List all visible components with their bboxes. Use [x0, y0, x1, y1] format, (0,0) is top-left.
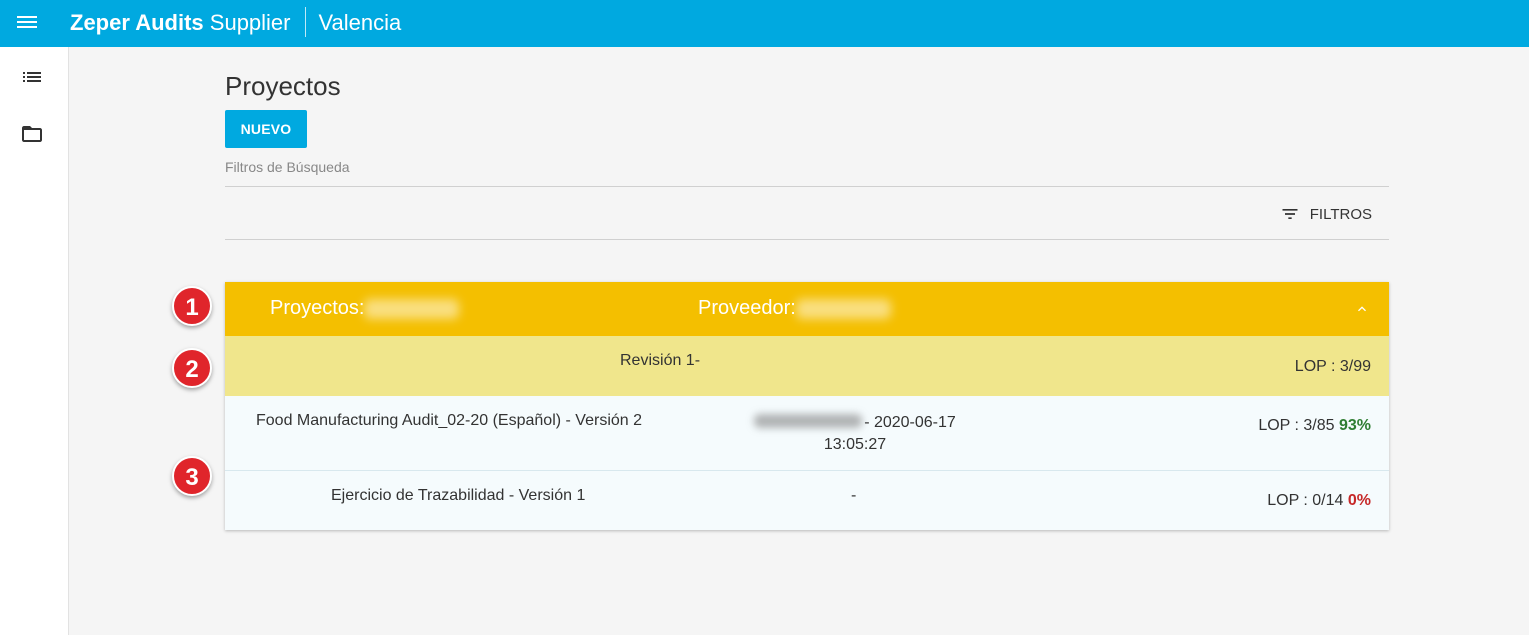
audit-lop: LOP : 3/85 93%: [1258, 417, 1371, 435]
divider: [225, 186, 1389, 187]
project-card-header[interactable]: Proyectos: Proveedor:: [225, 282, 1389, 336]
audit-time: 13:05:27: [823, 436, 887, 453]
divider: [225, 239, 1389, 240]
project-name-field: Proyectos:: [270, 297, 460, 320]
filters-button-label: FILTROS: [1309, 205, 1372, 223]
brand-subtitle: Supplier: [209, 9, 291, 35]
audit-percent: 0%: [1347, 492, 1371, 509]
redacted-project-name: [364, 298, 460, 319]
chevron-up-icon[interactable]: [1353, 300, 1371, 316]
revision-title: Revisión 1-: [620, 352, 701, 369]
audit-name: Food Manufacturing Audit_02-20 (Español)…: [256, 412, 643, 429]
app-brand: Zeper Audits Supplier Valencia: [70, 7, 402, 39]
filters-button[interactable]: FILTROS: [1280, 203, 1372, 225]
new-project-button[interactable]: NUEVO: [225, 110, 307, 148]
brand-name: Zeper Audits: [70, 9, 204, 35]
redacted-user-name: [754, 413, 863, 428]
project-card: Proyectos: Proveedor: Revisión 1- LOP : …: [225, 282, 1389, 530]
supplier-name-field: Proveedor:: [698, 297, 891, 320]
redacted-supplier-name: [795, 298, 891, 319]
audit-lop-count: LOP : 3/85: [1258, 417, 1335, 434]
project-label: Proyectos:: [270, 297, 365, 319]
location-label: Valencia: [318, 9, 402, 35]
audit-name: Ejercicio de Trazabilidad - Versión 1: [331, 487, 586, 504]
annotation-marker: 1: [172, 286, 212, 326]
folder-icon[interactable]: [19, 122, 45, 146]
brand-divider: [304, 7, 306, 37]
top-app-bar: Zeper Audits Supplier Valencia: [0, 0, 1529, 47]
audit-date: - 2020-06-17 13:05:27: [745, 412, 965, 456]
audit-row[interactable]: Ejercicio de Trazabilidad - Versión 1 - …: [225, 471, 1389, 530]
hamburger-menu-icon[interactable]: [17, 13, 39, 33]
audit-lop: LOP : 0/14 0%: [1267, 492, 1371, 510]
revision-lop: LOP : 3/99: [1294, 358, 1371, 375]
annotation-marker: 3: [172, 456, 212, 496]
page-title: Proyectos: [225, 71, 341, 101]
audit-date-text: - 2020-06-17: [864, 414, 956, 431]
search-filters-label: Filtros de Búsqueda: [225, 159, 350, 175]
audit-date: -: [851, 487, 857, 504]
side-navigation: [0, 47, 69, 635]
audit-percent: 93%: [1338, 417, 1371, 434]
list-icon[interactable]: [19, 65, 45, 89]
annotation-marker: 2: [172, 348, 212, 388]
audit-lop-count: LOP : 0/14: [1267, 492, 1344, 509]
audit-row[interactable]: Food Manufacturing Audit_02-20 (Español)…: [225, 396, 1389, 471]
supplier-label: Proveedor:: [698, 297, 796, 319]
revision-row: Revisión 1- LOP : 3/99: [225, 336, 1389, 396]
filter-icon: [1282, 209, 1298, 219]
